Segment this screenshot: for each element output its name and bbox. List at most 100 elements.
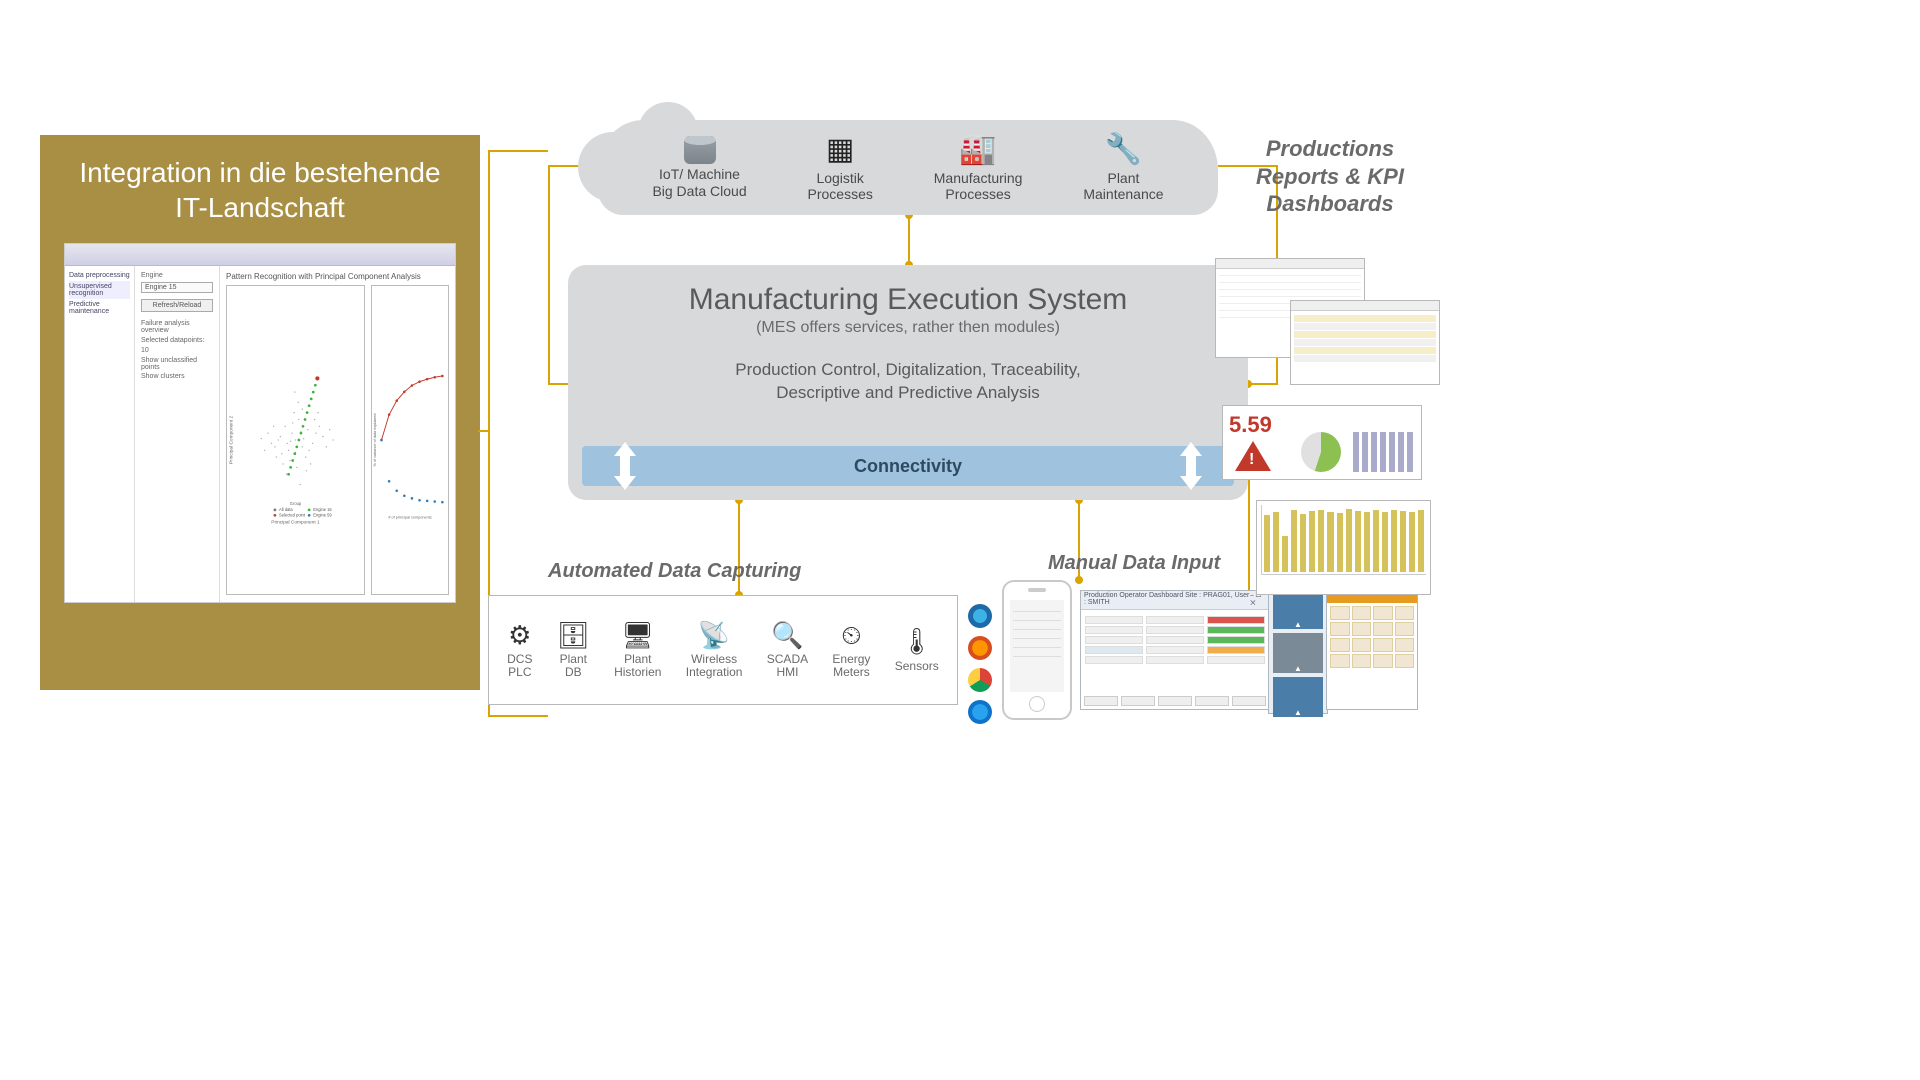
- updown-arrow-icon: [1178, 446, 1204, 486]
- warning-triangle-icon: [1235, 441, 1271, 471]
- grid-panel: [1326, 590, 1418, 710]
- kpi-bar-window: [1256, 500, 1431, 595]
- left-integration-panel: Integration in die bestehende IT-Landsch…: [40, 135, 480, 690]
- connector: [548, 165, 550, 385]
- sparkline-icon: [1353, 432, 1413, 472]
- cloud-label: Logistik: [816, 170, 863, 186]
- cloud-label: Maintenance: [1083, 186, 1163, 202]
- mes-title: Manufacturing Execution System: [568, 283, 1248, 317]
- safari-icon: [968, 700, 992, 724]
- tile-panel: ▲ ▲ ▲: [1268, 584, 1328, 714]
- cloud-label: Processes: [945, 186, 1010, 202]
- scatter-xlabel: Principal Component 1: [271, 520, 320, 526]
- auto-item-energy: ⏲ Energy Meters: [832, 621, 870, 680]
- firefox-icon: [968, 636, 992, 660]
- nav-item: Data preprocessing: [69, 270, 130, 281]
- connectivity-label: Connectivity: [854, 456, 962, 477]
- auto-item-plantdb: 🗄 Plant DB: [557, 621, 590, 680]
- analytics-plot-title: Pattern Recognition with Principal Compo…: [226, 272, 449, 281]
- cloud-label: Plant: [1107, 170, 1139, 186]
- mdb-icon: 🗄: [557, 621, 590, 650]
- kpi-bars: [1261, 505, 1426, 575]
- cloud-item-maintenance: 🔧 Plant Maintenance: [1083, 133, 1163, 202]
- bracket-mid: [478, 430, 488, 432]
- engine-select: Engine 15: [141, 282, 213, 293]
- mes-desc-line: Production Control, Digitalization, Trac…: [568, 359, 1248, 382]
- auto-label: Integration: [686, 665, 743, 679]
- auto-label: Historien: [614, 665, 661, 679]
- auto-section-label: Automated Data Capturing: [548, 560, 801, 583]
- analytics-screenshot: Data preprocessing Unsupervised recognit…: [64, 243, 456, 603]
- connector: [1248, 383, 1278, 385]
- auto-item-wireless: 📡 Wireless Integration: [686, 621, 743, 680]
- auto-label: HMI: [776, 665, 798, 679]
- auto-item-dcs: ⚙ DCS PLC: [507, 621, 532, 680]
- auto-item-sensors: 🌡 Sensors: [895, 627, 939, 673]
- svg-text:Engine 15: Engine 15: [313, 507, 332, 512]
- auto-item-scada: 🔍 SCADA HMI: [767, 621, 808, 680]
- auto-label: Energy: [832, 652, 870, 666]
- mes-box: Manufacturing Execution System (MES offe…: [568, 265, 1248, 500]
- dashboard-titlebar: Production Operator Dashboard Site : PRA…: [1081, 591, 1269, 610]
- manual-data-box: Production Operator Dashboard Site : PRA…: [968, 580, 1418, 730]
- sub-value: 10: [141, 347, 213, 354]
- cloud-label: Processes: [808, 186, 873, 202]
- cloud-label: IoT/ Machine: [659, 166, 740, 182]
- auto-label: DB: [565, 665, 582, 679]
- auto-label: Plant: [624, 652, 651, 666]
- historian-icon: 🖥: [614, 621, 661, 650]
- report-window-2: [1290, 300, 1440, 385]
- refresh-button: Refresh/Reload: [141, 299, 213, 312]
- auto-item-historian: 🖥 Plant Historien: [614, 621, 661, 680]
- scada-icon: 🔍: [767, 621, 808, 650]
- cloud-item-manufacturing: 🏭 Manufacturing Processes: [934, 133, 1023, 202]
- checkbox-1: Show unclassified points: [141, 357, 213, 371]
- connector: [548, 383, 568, 385]
- factory-icon: 🏭: [934, 133, 1023, 168]
- auto-label: Plant: [560, 652, 587, 666]
- cloud-item-logistics: ▦ Logistik Processes: [808, 133, 873, 202]
- pie-chart-icon: [1301, 432, 1341, 472]
- filter-label: Engine: [141, 272, 213, 279]
- database-cloud-icon: [684, 136, 716, 164]
- connector: [908, 215, 910, 265]
- sensor-icon: 🌡: [895, 627, 939, 656]
- section-label: Failure analysis overview: [141, 320, 213, 334]
- plc-icon: ⚙: [507, 621, 532, 650]
- remote-icon: 📡: [686, 621, 743, 650]
- svg-text:All data: All data: [279, 507, 293, 512]
- variance-curve-plot: # of principal components % of variance …: [371, 285, 449, 595]
- left-panel-title: Integration in die bestehende IT-Landsch…: [64, 155, 456, 225]
- connectivity-bar: Connectivity: [582, 446, 1234, 486]
- analytics-controls: Engine Engine 15 Refresh/Reload Failure …: [135, 266, 220, 602]
- tile: ▲: [1273, 677, 1323, 717]
- curve-ylabel: % of variance of data explained: [373, 414, 377, 467]
- tile: ▲: [1273, 589, 1323, 629]
- scatter-ylabel: Principal Component 2: [228, 415, 234, 464]
- chrome-icon: [968, 668, 992, 692]
- cloud-item-iot: IoT/ Machine Big Data Cloud: [652, 136, 746, 198]
- manual-section-label: Manual Data Input: [1048, 552, 1220, 575]
- meter-icon: ⏲: [832, 621, 870, 650]
- automated-data-box: ⚙ DCS PLC 🗄 Plant DB 🖥 Plant Historien 📡…: [488, 595, 958, 705]
- cloud-label: Big Data Cloud: [652, 183, 746, 199]
- auto-label: DCS: [507, 652, 532, 666]
- auto-label: Wireless: [691, 652, 737, 666]
- mes-desc-line: Descriptive and Predictive Analysis: [568, 382, 1248, 405]
- logistics-icon: ▦: [808, 133, 873, 168]
- cloud-label: Manufacturing: [934, 170, 1023, 186]
- sub-label: Selected datapoints:: [141, 337, 213, 344]
- mes-subtitle: (MES offers services, rather then module…: [568, 319, 1248, 337]
- browser-icons: [968, 604, 992, 724]
- updown-arrow-icon: [612, 446, 638, 486]
- analytics-titlebar: [65, 244, 455, 266]
- auto-label: PLC: [508, 665, 531, 679]
- analytics-nav: Data preprocessing Unsupervised recognit…: [65, 266, 135, 602]
- ie-icon: [968, 604, 992, 628]
- kpi-alert-window: 5.59: [1222, 405, 1422, 480]
- auto-label: Meters: [833, 665, 870, 679]
- svg-text:Engine 59: Engine 59: [313, 513, 332, 518]
- tile: ▲: [1273, 633, 1323, 673]
- cloud-services-row: IoT/ Machine Big Data Cloud ▦ Logistik P…: [598, 120, 1218, 215]
- auto-label: Sensors: [895, 659, 939, 673]
